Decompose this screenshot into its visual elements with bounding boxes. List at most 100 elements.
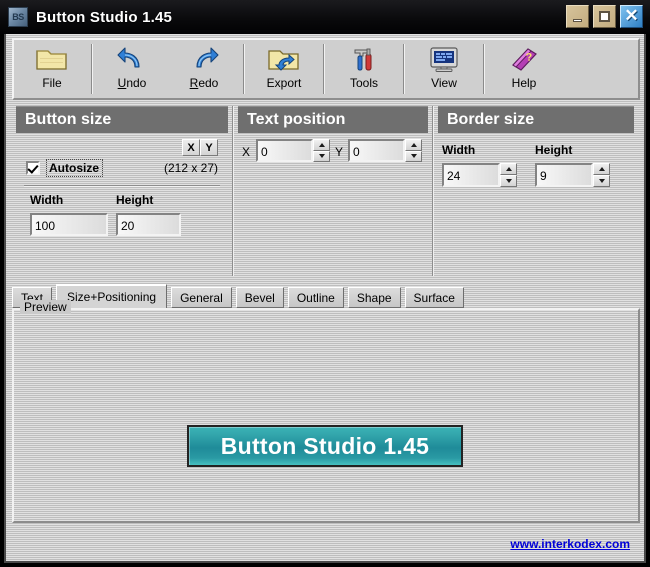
border-width-group [442, 163, 517, 187]
panel-border-size-body: Width Height [438, 133, 634, 276]
panel-separator-2 [432, 106, 434, 276]
panel-divider [24, 185, 220, 187]
panel-text-position-body: X Y [238, 133, 428, 276]
tab-shape[interactable]: Shape [347, 287, 401, 308]
panel-border-size: Border size Width Height [438, 106, 634, 276]
preview-button-label: Button Studio 1.45 [220, 432, 430, 459]
svg-text:?: ? [525, 51, 533, 64]
toolbar-button-redo[interactable]: Redo [168, 40, 240, 98]
border-height-input[interactable] [535, 163, 593, 187]
panel-border-size-header: Border size [438, 106, 634, 133]
toolbar-button-help[interactable]: ? Help [488, 40, 560, 98]
folder-icon [35, 44, 69, 74]
toolbar-button-view[interactable]: View [408, 40, 480, 98]
close-button[interactable]: ✕ [620, 5, 643, 28]
spinner-up-button[interactable] [593, 163, 610, 175]
main-toolbar: File Undo Redo Export Tools View ? Help [12, 38, 640, 100]
toolbar-separator [91, 44, 93, 94]
tab-surface[interactable]: Surface [404, 287, 464, 308]
window-body: File Undo Redo Export Tools View ? Help … [4, 34, 646, 563]
text-position-x-label: X [242, 145, 251, 159]
panel-button-size-body: X Y Autosize (212 x 27) Width Height [16, 133, 228, 276]
text-position-x-group [256, 139, 330, 162]
toolbar-label-export: Export [266, 76, 302, 90]
window-controls: ✕ [566, 5, 643, 28]
border-width-input[interactable] [442, 163, 500, 187]
chevron-up-icon [410, 142, 417, 147]
measured-size-text: (212 x 27) [164, 161, 219, 175]
toolbar-separator [403, 44, 405, 94]
spinner-up-button[interactable] [405, 139, 422, 151]
minimize-button[interactable] [566, 5, 589, 28]
redo-arrow-icon [189, 44, 219, 74]
toolbar-label-undo-rest: ndo [126, 76, 147, 90]
title-bar: BS Button Studio 1.45 ✕ [0, 0, 650, 34]
accel-u: U [117, 76, 127, 90]
text-position-x-input[interactable] [256, 139, 313, 162]
button-width-input[interactable] [30, 213, 108, 236]
x-axis-button[interactable]: X [182, 139, 200, 156]
preview-button[interactable]: Button Studio 1.45 [187, 425, 463, 467]
panel-button-size: Button size X Y Autosize (212 x 27) Widt… [16, 106, 228, 276]
toolbar-button-file[interactable]: File [16, 40, 88, 98]
text-position-y-input[interactable] [348, 139, 405, 162]
tab-general[interactable]: General [171, 287, 232, 308]
toolbar-label-redo: Redo [190, 76, 219, 90]
spinner-up-button[interactable] [313, 139, 330, 151]
text-position-y-group [348, 139, 422, 162]
autosize-checkbox-row[interactable]: Autosize [26, 159, 104, 177]
preview-group-label: Preview [20, 300, 71, 314]
toolbar-label-file: File [42, 76, 62, 90]
export-folder-icon [267, 44, 301, 74]
border-height-label: Height [535, 143, 573, 157]
button-studio-window: BS Button Studio 1.45 ✕ File Undo Redo E… [0, 0, 650, 567]
toolbar-button-undo[interactable]: Undo [96, 40, 168, 98]
accel-r: R [189, 76, 199, 90]
panel-text-position-header: Text position [238, 106, 428, 133]
tab-size-positioning[interactable]: Size+Positioning [56, 284, 168, 308]
border-width-label: Width [442, 143, 476, 157]
chevron-up-icon [318, 142, 325, 147]
tab-outline[interactable]: Outline [287, 287, 344, 308]
border-height-spinner[interactable] [593, 163, 610, 187]
text-position-y-spinner[interactable] [405, 139, 422, 162]
tab-bevel[interactable]: Bevel [235, 287, 284, 308]
toolbar-label-redo-rest: edo [198, 76, 219, 90]
chevron-down-icon [410, 154, 417, 159]
spinner-down-button[interactable] [405, 150, 422, 162]
panel-separator-1 [232, 106, 234, 276]
tab-strip: Text Size+Positioning General Bevel Outl… [12, 284, 640, 308]
spinner-down-button[interactable] [313, 150, 330, 162]
border-height-group [535, 163, 610, 187]
chevron-up-icon [598, 167, 605, 171]
maximize-button[interactable] [593, 5, 616, 28]
toolbar-separator [323, 44, 325, 94]
button-height-input[interactable] [116, 213, 181, 236]
chevron-up-icon [505, 167, 512, 171]
y-axis-button[interactable]: Y [200, 139, 218, 156]
panel-button-size-header: Button size [16, 106, 228, 133]
border-width-spinner[interactable] [500, 163, 517, 187]
undo-arrow-icon [117, 44, 147, 74]
autosize-checkbox[interactable] [26, 161, 40, 175]
toolbar-button-export[interactable]: Export [248, 40, 320, 98]
spinner-down-button[interactable] [500, 175, 517, 187]
text-position-x-spinner[interactable] [313, 139, 330, 162]
spinner-down-button[interactable] [593, 175, 610, 187]
autosize-label: Autosize [46, 159, 104, 177]
tools-icon [349, 44, 379, 74]
website-link[interactable]: www.interkodex.com [510, 537, 630, 551]
monitor-icon [428, 44, 460, 74]
button-width-label: Width [30, 193, 64, 207]
toolbar-label-tools: Tools [349, 76, 378, 90]
help-book-icon: ? [508, 44, 540, 74]
chevron-down-icon [505, 179, 512, 183]
app-icon-bs: BS [8, 7, 28, 27]
minimize-icon [573, 19, 582, 22]
xy-toggle-group: X Y [182, 139, 218, 156]
panel-text-position: Text position X Y [238, 106, 428, 276]
toolbar-button-tools[interactable]: Tools [328, 40, 400, 98]
chevron-down-icon [318, 154, 325, 159]
text-position-y-label: Y [335, 145, 344, 159]
spinner-up-button[interactable] [500, 163, 517, 175]
